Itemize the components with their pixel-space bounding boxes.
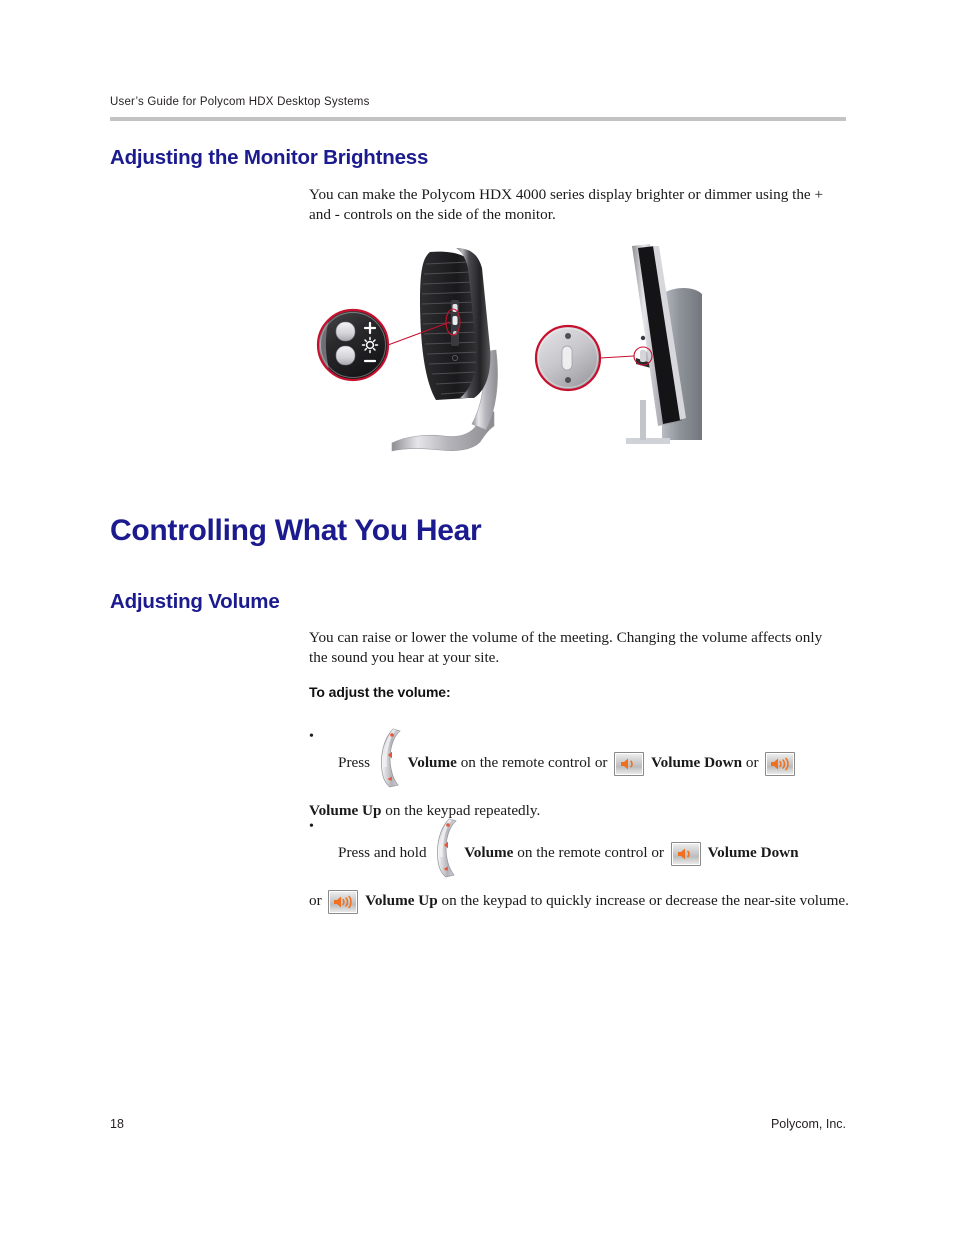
bullet-text-part: on the keypad to quickly increase or dec… bbox=[441, 892, 849, 909]
heading-controlling-what-you-hear: Controlling What You Hear bbox=[110, 514, 482, 547]
bullet-marker: • bbox=[309, 819, 314, 834]
left-monitor-graphic bbox=[316, 248, 498, 452]
power-button-callout-graphic bbox=[534, 324, 602, 392]
paragraph-volume: You can raise or lower the volume of the… bbox=[309, 629, 823, 666]
bullet-bold-volume: Volume bbox=[407, 754, 457, 771]
bullet-text-part: on the remote control or bbox=[460, 754, 608, 771]
procedure-heading-to-adjust-the-volume: To adjust the volume: bbox=[309, 684, 451, 700]
bullet-marker: • bbox=[309, 729, 314, 744]
footer-company-name: Polycom, Inc. bbox=[770, 1117, 846, 1131]
footer-page-number: 18 bbox=[110, 1117, 124, 1131]
header-divider-rule bbox=[110, 117, 846, 121]
list-item: • Press and hold Volume on the remote co… bbox=[309, 817, 849, 923]
volume-up-keypad-icon bbox=[328, 889, 359, 914]
bullet-bold-volume-down: Volume Down bbox=[651, 754, 743, 771]
bullet-text-part: Press bbox=[338, 754, 371, 771]
remote-volume-rocker-icon bbox=[432, 817, 458, 879]
right-monitor-graphic bbox=[534, 244, 702, 444]
heading-adjusting-monitor-brightness: Adjusting the Monitor Brightness bbox=[110, 146, 429, 169]
heading-adjusting-volume: Adjusting Volume bbox=[110, 590, 280, 613]
bullet-text-part: or bbox=[745, 754, 759, 771]
running-header: User’s Guide for Polycom HDX Desktop Sys… bbox=[110, 96, 370, 108]
bullet-bold-volume-down: Volume Down bbox=[707, 844, 799, 861]
bullet-text-part: or bbox=[309, 892, 322, 909]
brightness-controls-callout-graphic bbox=[316, 308, 390, 382]
remote-volume-rocker-icon bbox=[376, 727, 402, 789]
monitor-brightness-figure bbox=[310, 240, 740, 465]
volume-down-keypad-icon bbox=[670, 841, 701, 866]
bullet-bold-volume: Volume bbox=[464, 844, 514, 861]
document-page: User’s Guide for Polycom HDX Desktop Sys… bbox=[0, 0, 954, 1235]
volume-up-keypad-icon bbox=[765, 751, 796, 776]
volume-down-keypad-icon bbox=[614, 751, 645, 776]
bullet-bold-volume-up: Volume Up bbox=[365, 892, 438, 909]
bullet-text-part: on the remote control or bbox=[517, 844, 664, 861]
bullet-text-part: Press and hold bbox=[338, 844, 427, 861]
paragraph-brightness: You can make the Polycom HDX 4000 series… bbox=[309, 186, 824, 223]
